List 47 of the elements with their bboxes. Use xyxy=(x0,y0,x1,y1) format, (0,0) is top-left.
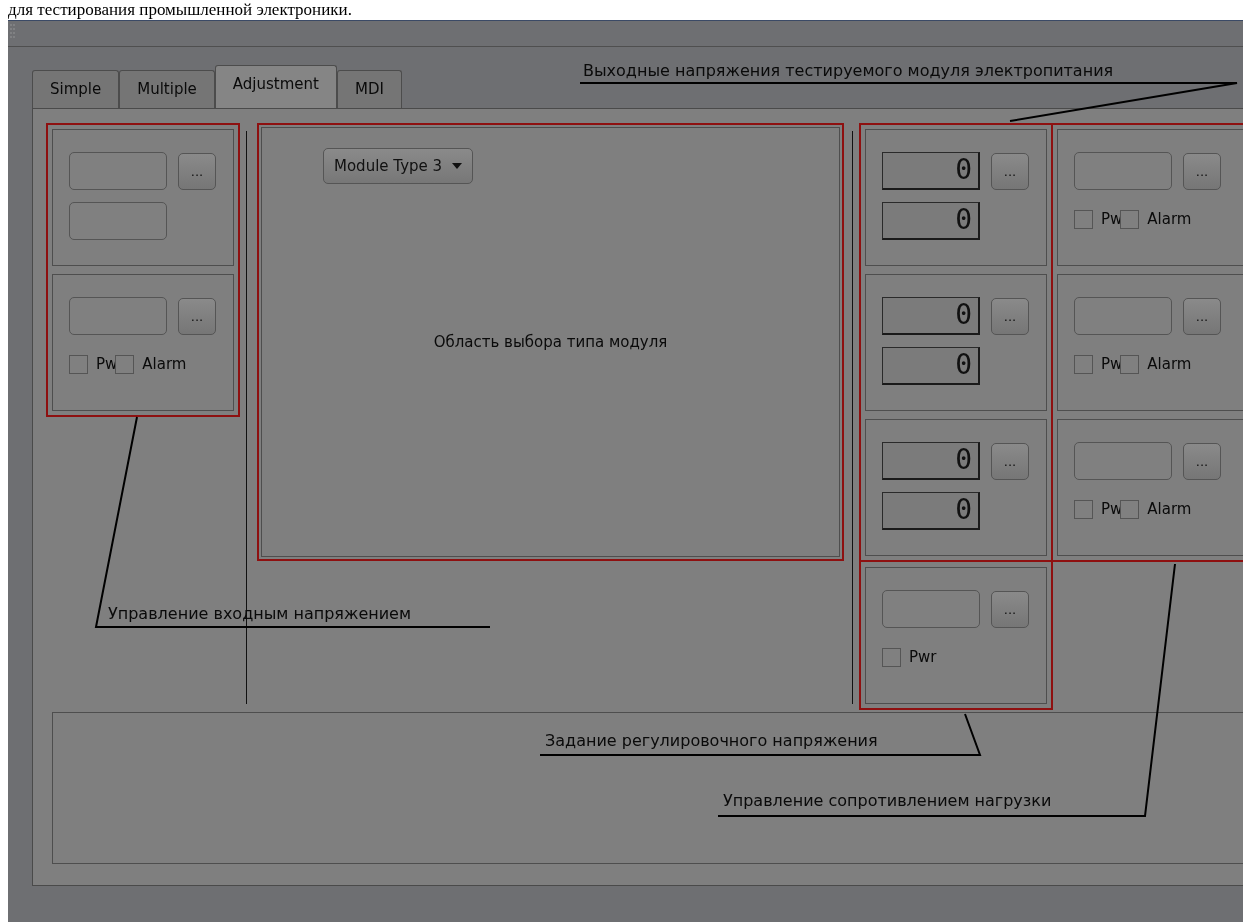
lcd-display: 0 xyxy=(882,492,980,530)
lcd-display: 0 xyxy=(882,202,980,240)
annotation-label: Управление сопротивлением нагрузки xyxy=(723,791,1052,811)
caret-icon xyxy=(452,163,463,169)
browse-button[interactable]: ... xyxy=(1183,297,1221,335)
browse-button[interactable]: ... xyxy=(178,297,216,335)
tab[interactable]: Multiple xyxy=(119,70,215,108)
tab[interactable]: Adjustment xyxy=(214,65,337,108)
module-type-dropdown[interactable]: Module Type 3 xyxy=(323,148,474,184)
checkbox-label: Alarm xyxy=(1147,354,1192,375)
input-field[interactable] xyxy=(69,152,167,190)
browse-button[interactable]: ... xyxy=(991,297,1029,335)
input-field[interactable] xyxy=(69,297,167,335)
input-field[interactable] xyxy=(1074,152,1172,190)
browse-button[interactable]: ... xyxy=(991,590,1029,628)
checkbox[interactable] xyxy=(1074,209,1093,229)
annotation-label: Задание регулировочного напряжения xyxy=(545,731,878,751)
checkbox-label: Alarm xyxy=(142,354,187,375)
area-caption: Область выбора типа модуля xyxy=(433,331,668,353)
checkbox[interactable] xyxy=(115,354,135,374)
input-field[interactable] xyxy=(1074,297,1172,335)
document-text: для тестирования промышленной электроники. xyxy=(7,0,353,20)
browse-button[interactable]: ... xyxy=(178,152,216,190)
checkbox-label: Alarm xyxy=(1147,499,1192,520)
checkbox-label: Pwr xyxy=(909,647,937,668)
lcd-display: 0 xyxy=(882,347,980,385)
browse-button[interactable]: ... xyxy=(1183,152,1221,190)
browse-button[interactable]: ... xyxy=(991,442,1029,480)
lcd-display: 0 xyxy=(882,152,980,190)
tab[interactable]: Simple xyxy=(32,70,120,108)
input-field[interactable] xyxy=(1074,442,1172,480)
input-field[interactable] xyxy=(69,202,167,240)
checkbox[interactable] xyxy=(1074,499,1093,519)
lcd-display: 0 xyxy=(882,297,980,335)
input-field[interactable] xyxy=(882,590,980,628)
lcd-display: 0 xyxy=(882,442,980,480)
tab[interactable]: MDI xyxy=(336,70,402,108)
checkbox[interactable] xyxy=(1074,354,1093,374)
checkbox[interactable] xyxy=(1120,209,1140,229)
checkbox[interactable] xyxy=(69,354,88,374)
checkbox[interactable] xyxy=(882,647,901,667)
browse-button[interactable]: ... xyxy=(991,152,1029,190)
checkbox[interactable] xyxy=(1120,354,1140,374)
annotation-label: Выходные напряжения тестируемого модуля электропитания xyxy=(583,61,1114,81)
browse-button[interactable]: ... xyxy=(1183,442,1221,480)
checkbox[interactable] xyxy=(1120,499,1140,519)
checkbox-label: Alarm xyxy=(1147,209,1192,230)
